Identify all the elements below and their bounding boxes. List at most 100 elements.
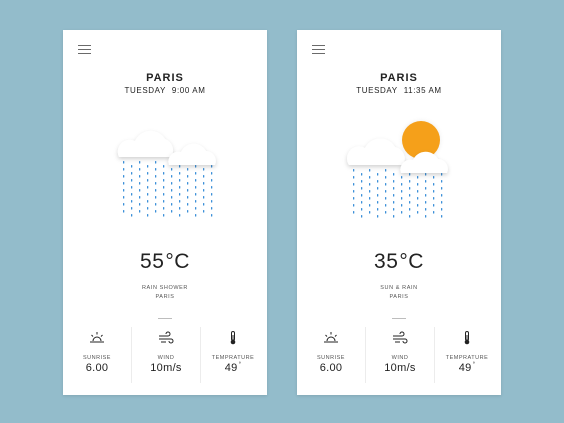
rain-drop: [195, 165, 197, 168]
rain-drop: [353, 169, 355, 172]
rain-drop: [425, 194, 427, 197]
rain-drop: [123, 182, 125, 185]
rain-drop: [123, 175, 125, 178]
rain-drop: [179, 200, 181, 203]
rain-drop: [203, 182, 205, 185]
rain-drop: [203, 168, 205, 171]
rain-drop: [163, 200, 165, 203]
stat-value: 6.00: [85, 362, 109, 374]
rain-drop: [171, 189, 173, 192]
rain-drop: [131, 165, 133, 168]
rain-drop: [171, 203, 173, 206]
rain-drop: [139, 168, 141, 171]
rain-drop: [377, 173, 379, 176]
rain-drop: [361, 208, 363, 211]
stat-value: 10m/s: [150, 362, 182, 374]
rain-drop: [187, 168, 189, 171]
rain-drop: [377, 201, 379, 204]
rain-drop: [203, 203, 205, 206]
rain-drop: [361, 187, 363, 190]
rain-drop: [155, 168, 157, 171]
rain-drop: [131, 186, 133, 189]
rain-drop: [211, 200, 213, 203]
rain-drop: [441, 194, 443, 197]
rain-drop: [171, 182, 173, 185]
rain-drop: [441, 208, 443, 211]
date-time: TUESDAY 9:00 AM: [63, 86, 267, 95]
weather-condition: SUN & RAIN: [380, 285, 418, 291]
rain-drop: [385, 197, 387, 200]
rain-drop: [187, 196, 189, 199]
rain-drop: [433, 211, 435, 214]
rain-drop: [211, 207, 213, 210]
rain-drop: [409, 194, 411, 197]
rain-drop: [163, 207, 165, 210]
rain-drop: [401, 204, 403, 207]
divider: [392, 318, 406, 319]
rain-drop: [195, 207, 197, 210]
rain-drop: [401, 190, 403, 193]
rain-drop: [155, 210, 157, 213]
hamburger-menu-icon[interactable]: [78, 45, 91, 54]
time-label: 11:35 AM: [403, 86, 442, 95]
rain-drop: [139, 210, 141, 213]
rain-drop: [147, 186, 149, 189]
day-label: TUESDAY: [356, 86, 398, 95]
rain-drop: [163, 193, 165, 196]
rain-drop: [187, 175, 189, 178]
weather-stats: SUNRISE 6.00 WIND 10m/s TEMPRATURE 49°: [63, 327, 267, 383]
day-label: TUESDAY: [124, 86, 166, 95]
rain-drop: [369, 183, 371, 186]
rain-drop: [425, 208, 427, 211]
rain-drop: [211, 193, 213, 196]
rain-drop: [131, 193, 133, 196]
rain-drop: [195, 186, 197, 189]
rain-drop: [131, 207, 133, 210]
rain-drop: [179, 179, 181, 182]
stat-value: 6.00: [319, 362, 343, 374]
rain-drop: [441, 187, 443, 190]
rain-drop: [123, 189, 125, 192]
rain-drop: [131, 200, 133, 203]
rain-drop: [171, 210, 173, 213]
rain-drop: [203, 196, 205, 199]
rain-drop: [139, 189, 141, 192]
stat-label: SUNRISE: [317, 355, 345, 361]
city-name: PARIS: [146, 72, 184, 84]
rain-drop: [377, 194, 379, 197]
rain-drop: [385, 211, 387, 214]
rain-drop: [123, 203, 125, 206]
rain-drop: [433, 197, 435, 200]
rain-drop: [385, 169, 387, 172]
rain-drop: [361, 173, 363, 176]
weather-stats: SUNRISE 6.00 WIND 10m/s TEMPRATURE 49°: [297, 327, 501, 383]
rain-drop: [203, 175, 205, 178]
hamburger-menu-icon[interactable]: [312, 45, 325, 54]
rain-drop: [155, 182, 157, 185]
rain-drop: [425, 201, 427, 204]
rain-drop: [147, 193, 149, 196]
rain-drop: [385, 190, 387, 193]
stat-value: 49°: [458, 362, 476, 374]
location-label: PARIS: [155, 294, 175, 300]
rain-drop: [147, 172, 149, 175]
wind-icon: [393, 331, 408, 344]
rain-drop: [163, 179, 165, 182]
rain-drop: [385, 176, 387, 179]
rain-drop: [369, 211, 371, 214]
rain-drop: [203, 210, 205, 213]
rain-drop: [417, 190, 419, 193]
rain-drop: [393, 187, 395, 190]
rain-drop: [163, 214, 165, 217]
rain-drop: [433, 176, 435, 179]
rain-drop: [179, 186, 181, 189]
rain-drop: [147, 214, 149, 217]
rain-drop: [409, 173, 411, 176]
rain-drop: [187, 203, 189, 206]
rain-drop: [353, 190, 355, 193]
current-temperature: 35°C: [374, 250, 424, 273]
rain-drop: [369, 169, 371, 172]
rain-drop: [139, 161, 141, 164]
rain-drop: [377, 187, 379, 190]
stat-label: WIND: [391, 355, 409, 361]
